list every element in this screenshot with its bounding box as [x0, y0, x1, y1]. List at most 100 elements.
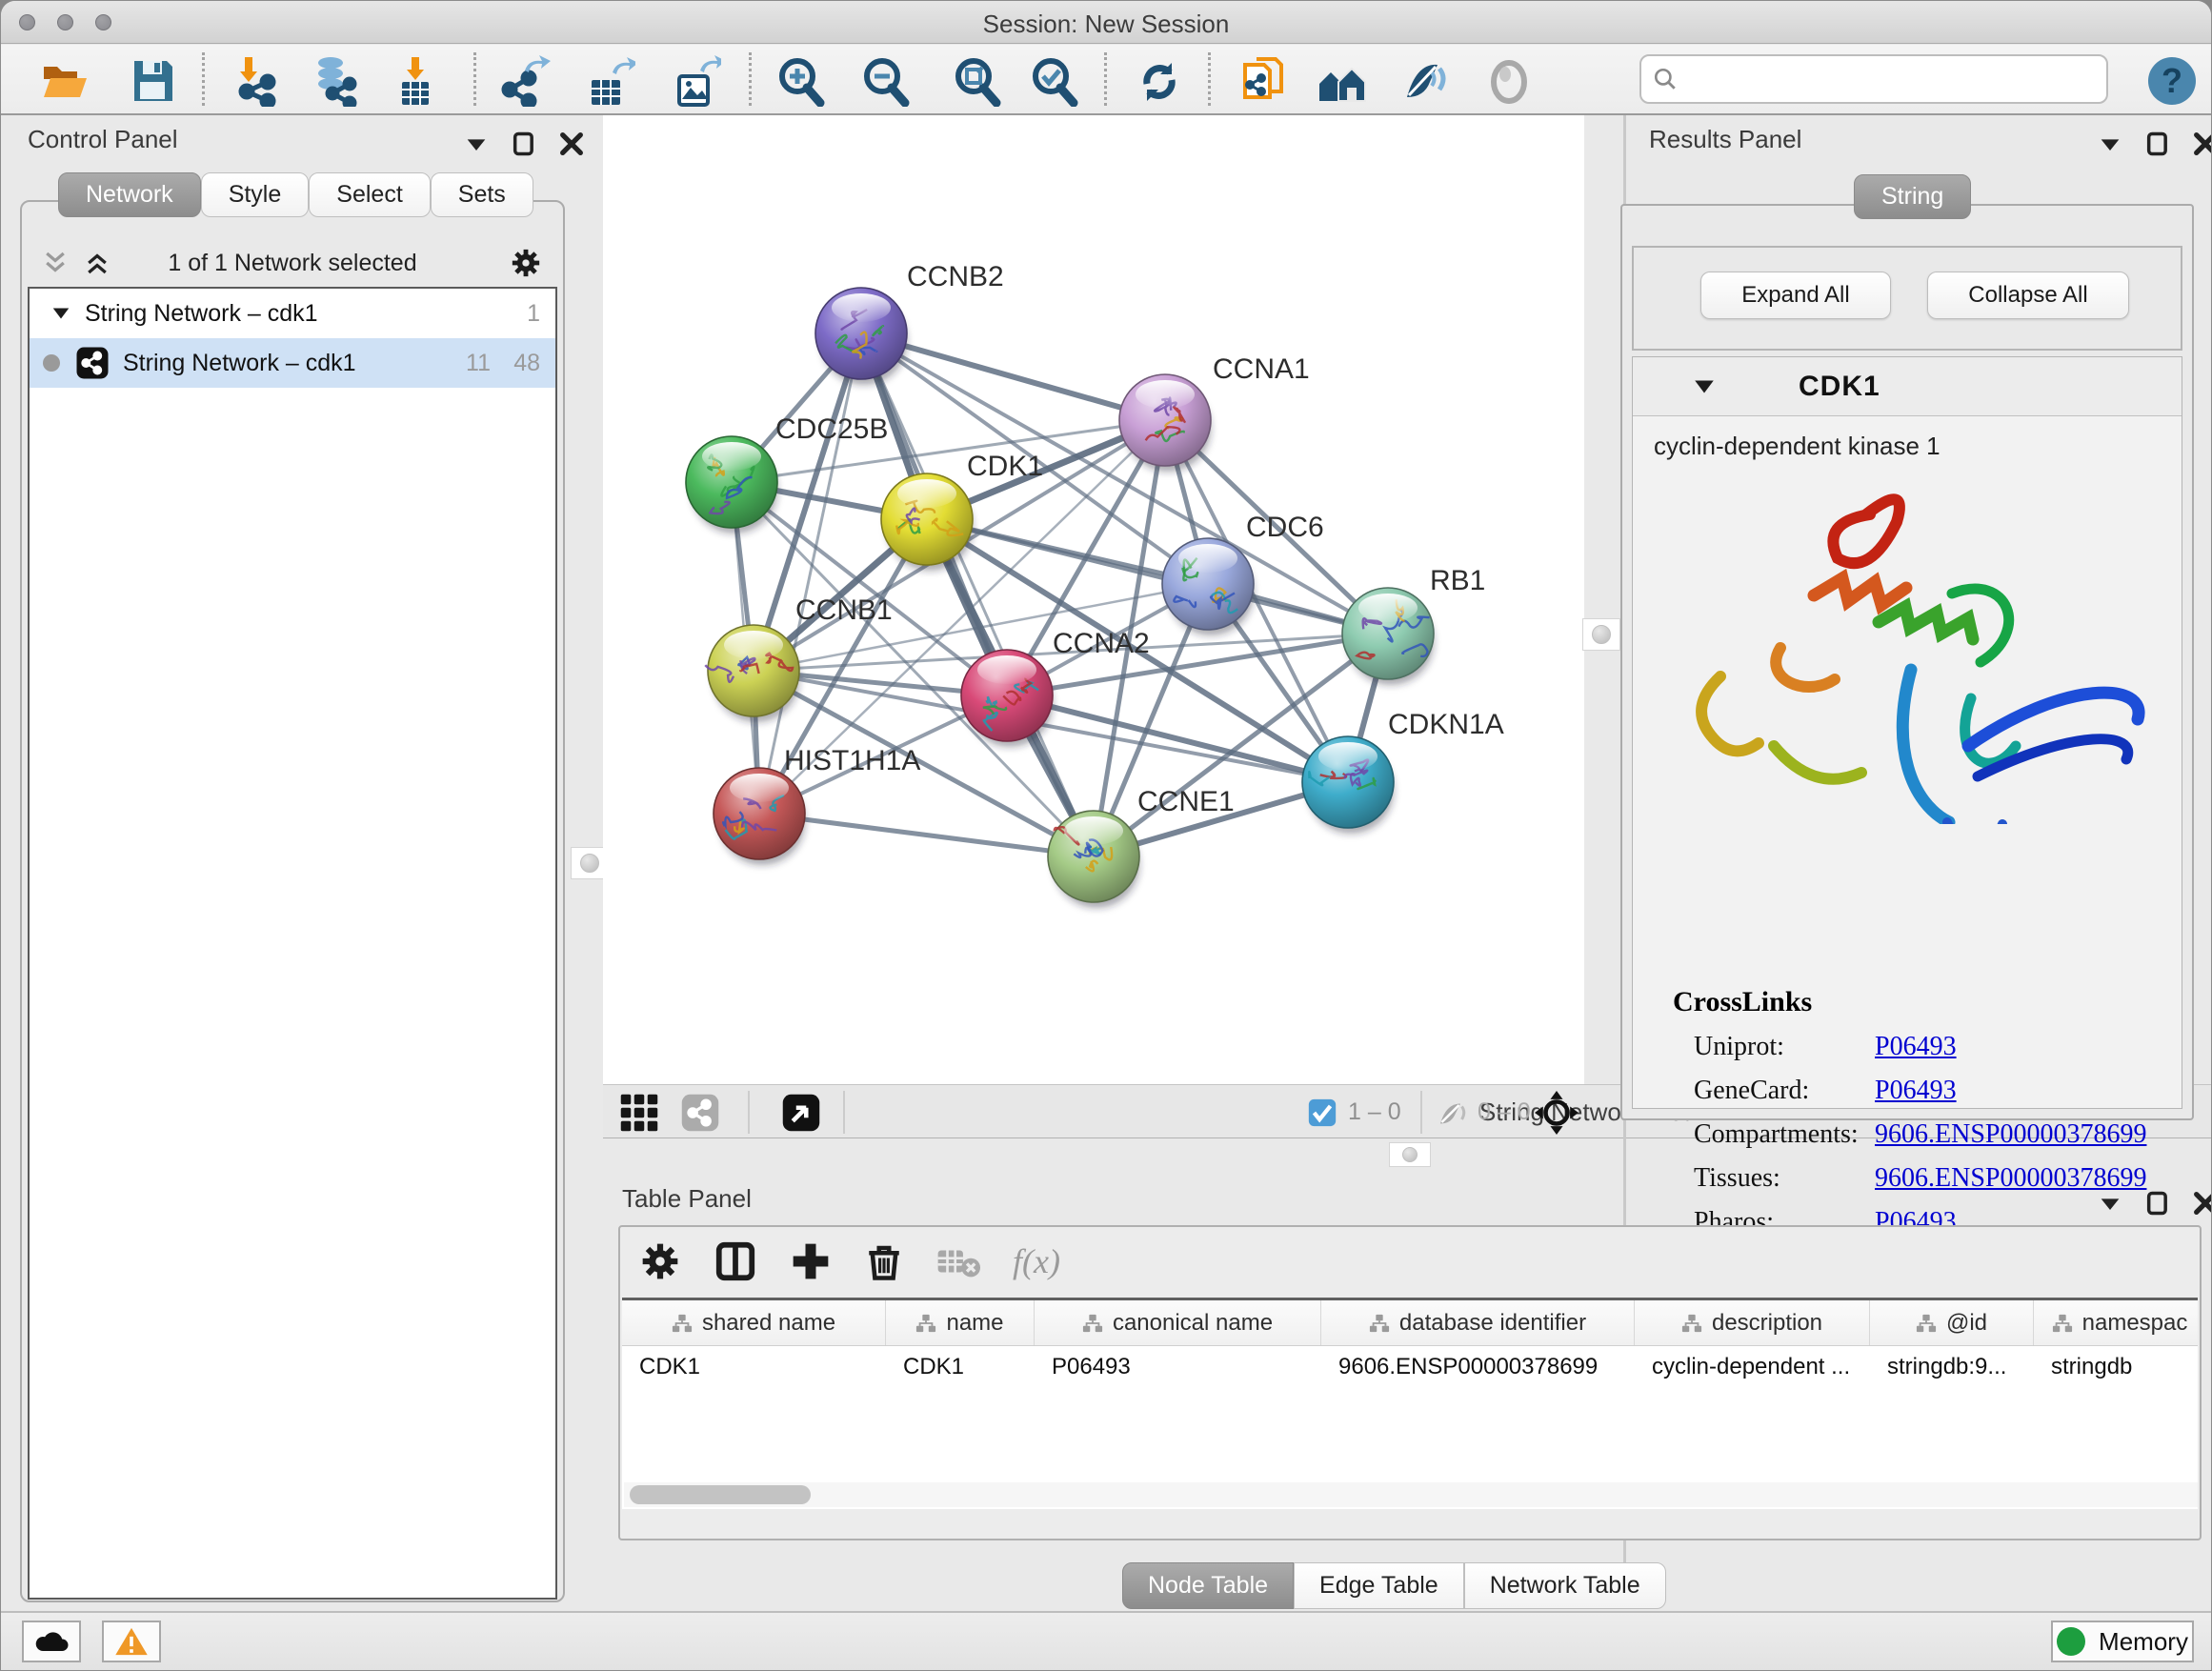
memory-button[interactable]: Memory [2051, 1621, 2194, 1662]
crosslink-link[interactable]: 9606.ENSP00000378699 [1875, 1119, 2146, 1150]
section-collapse-icon[interactable] [1692, 374, 1717, 399]
scrollbar-thumb[interactable] [630, 1485, 811, 1504]
birds-eye-view-icon[interactable] [618, 1093, 660, 1133]
open-session-button[interactable] [35, 53, 94, 109]
clear-table-icon [936, 1242, 980, 1280]
zoom-selected-button[interactable] [1024, 53, 1083, 109]
node-CDC6[interactable]: CDC6 [1162, 512, 1324, 635]
table-cell[interactable]: stringdb [2034, 1346, 2198, 1392]
float-panel-icon[interactable] [2144, 1190, 2171, 1217]
tab-edge-table[interactable]: Edge Table [1294, 1562, 1464, 1609]
toolbar-separator [202, 52, 205, 106]
selected-checkbox-icon[interactable] [1306, 1097, 1338, 1129]
node-label-CCNA2: CCNA2 [1053, 628, 1150, 659]
tab-select[interactable]: Select [309, 172, 430, 217]
export-network-button[interactable] [496, 53, 555, 109]
node-CCNE1[interactable]: CCNE1 [1048, 786, 1235, 908]
string-view-icon[interactable] [679, 1093, 721, 1133]
hide-panels-button[interactable] [1394, 53, 1453, 109]
table-cell[interactable]: cyclin-dependent ... [1635, 1346, 1870, 1392]
crosslink-link[interactable]: P06493 [1875, 1076, 1957, 1106]
column-header[interactable]: canonical name [1035, 1300, 1321, 1345]
table-cell[interactable]: CDK1 [622, 1346, 886, 1392]
table-cell[interactable]: P06493 [1035, 1346, 1321, 1392]
close-panel-icon[interactable] [2192, 131, 2212, 157]
edge-CCNE1-HIST1H1A[interactable] [759, 814, 1094, 856]
export-image-button[interactable] [666, 53, 725, 109]
column-header[interactable]: description [1635, 1300, 1870, 1345]
table-options-gear-icon[interactable] [639, 1240, 681, 1282]
clone-network-button[interactable] [1234, 53, 1293, 109]
refresh-button[interactable] [1130, 53, 1189, 109]
show-panels-button[interactable] [1479, 53, 1538, 109]
float-panel-icon[interactable] [511, 131, 537, 157]
table-cell[interactable]: CDK1 [886, 1346, 1035, 1392]
tab-node-table[interactable]: Node Table [1122, 1562, 1294, 1609]
edge-CCNB2-CCNE1[interactable] [861, 333, 1094, 856]
pan-crosshair-icon[interactable] [1535, 1091, 1579, 1135]
table-box: f(x) shared name name canonical name dat… [618, 1225, 2202, 1540]
results-panel-title: Results Panel [1649, 125, 1801, 154]
network-canvas[interactable]: CCNB2CCNA1CDC25BCDK1CDC6RB1CCNB1CCNA2CDK… [603, 115, 1584, 1084]
node-CCNA1[interactable]: CCNA1 [1119, 353, 1310, 472]
column-header[interactable]: database identifier [1321, 1300, 1635, 1345]
tab-style[interactable]: Style [201, 172, 310, 217]
node-HIST1H1A[interactable]: HIST1H1A [714, 745, 920, 865]
close-panel-icon[interactable] [558, 131, 585, 157]
cytoscape-window: Session: New Session [0, 0, 2212, 1671]
float-panel-icon[interactable] [2144, 131, 2171, 157]
panel-menu-icon[interactable] [463, 131, 490, 157]
home-layout-icon[interactable] [1312, 53, 1371, 109]
import-network-from-database-button[interactable] [306, 53, 365, 109]
table-cell[interactable]: 9606.ENSP00000378699 [1321, 1346, 1635, 1392]
search-input[interactable] [1678, 66, 2078, 92]
zoom-fit-button[interactable] [947, 53, 1006, 109]
panel-menu-icon[interactable] [2097, 131, 2123, 157]
export-table-button[interactable] [580, 53, 639, 109]
node-RB1[interactable]: RB1 [1342, 565, 1485, 685]
zoom-out-button[interactable] [855, 53, 915, 109]
warning-status-button[interactable] [102, 1621, 161, 1662]
table-cell[interactable]: stringdb:9... [1870, 1346, 2034, 1392]
column-header[interactable]: namespac [2034, 1300, 2198, 1345]
network-options-gear-icon[interactable] [510, 247, 542, 279]
selected-node-edge-counts: 1 – 0 [1348, 1098, 1401, 1126]
import-table-button[interactable] [386, 53, 445, 109]
expand-all-button[interactable]: Expand All [1700, 272, 1891, 319]
network-collection-row[interactable]: String Network – cdk1 1 [30, 289, 555, 338]
column-header[interactable]: @id [1870, 1300, 2034, 1345]
horizontal-splitter-handle[interactable] [1389, 1142, 1431, 1167]
node-CDKN1A[interactable]: CDKN1A [1302, 709, 1504, 834]
edge-CCNB2-HIST1H1A[interactable] [759, 333, 861, 814]
show-columns-icon[interactable] [714, 1239, 757, 1283]
network-tree: String Network – cdk1 1 String Network –… [28, 287, 557, 1600]
zoom-in-button[interactable] [771, 53, 830, 109]
tab-string[interactable]: String [1854, 174, 1971, 219]
table-horizontal-scrollbar[interactable] [624, 1482, 2198, 1507]
panel-menu-icon[interactable] [2097, 1190, 2123, 1217]
node-CCNB1[interactable]: CCNB1 [705, 594, 892, 722]
gene-section-header[interactable]: CDK1 [1633, 357, 2182, 416]
delete-column-icon[interactable] [864, 1240, 904, 1282]
export-view-icon[interactable] [780, 1093, 822, 1133]
tab-network[interactable]: Network [58, 172, 201, 217]
crosslink-link[interactable]: P06493 [1875, 1032, 1957, 1062]
tab-sets[interactable]: Sets [431, 172, 533, 217]
tab-network-table[interactable]: Network Table [1464, 1562, 1666, 1609]
help-button[interactable]: ? [2142, 53, 2202, 109]
network-collection-count: 1 [527, 300, 540, 328]
collapse-all-button[interactable]: Collapse All [1927, 272, 2129, 319]
edge-CCNB2-CCNA1[interactable] [861, 333, 1165, 420]
add-column-icon[interactable] [790, 1240, 832, 1282]
save-session-button[interactable] [123, 53, 182, 109]
table-row[interactable]: CDK1 CDK1 P06493 9606.ENSP00000378699 cy… [622, 1346, 2198, 1392]
tree-expand-icon[interactable] [50, 303, 71, 324]
column-header[interactable]: name [886, 1300, 1035, 1345]
close-panel-icon[interactable] [2192, 1190, 2212, 1217]
cloud-status-button[interactable] [22, 1621, 81, 1662]
crosslink-row: GeneCard:P06493 [1694, 1076, 2182, 1106]
right-splitter-handle[interactable] [1582, 618, 1620, 651]
column-header[interactable]: shared name [622, 1300, 886, 1345]
network-row[interactable]: String Network – cdk1 11 48 [30, 338, 555, 388]
import-network-button[interactable] [228, 53, 287, 109]
